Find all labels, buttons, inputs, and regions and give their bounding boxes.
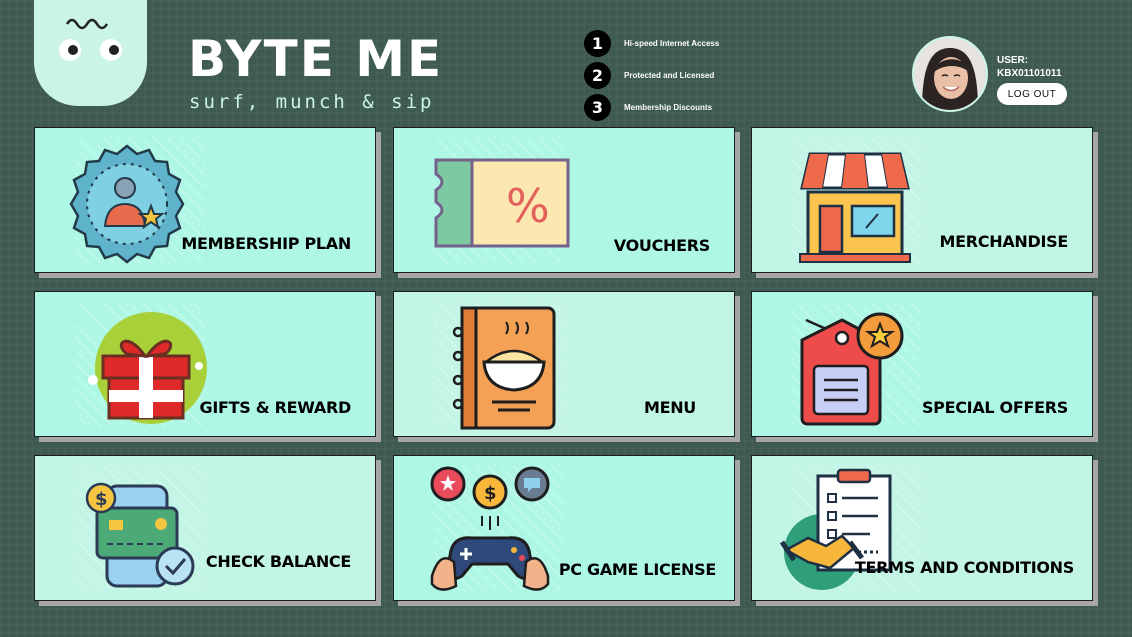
user-avatar — [912, 36, 988, 112]
menu-book-icon — [452, 306, 556, 430]
feature-number: 2 — [584, 61, 611, 89]
feature-list: 1 Hi-speed Internet Access 2 Protected a… — [584, 27, 719, 123]
tile-label: GIFTS & REWARD — [199, 398, 351, 417]
svg-text:%: % — [506, 179, 550, 233]
voucher-ticket-icon: % — [434, 158, 570, 248]
tile-gifts-reward[interactable]: GIFTS & REWARD — [34, 291, 376, 437]
avatar-photo-icon — [914, 38, 986, 110]
user-info: USER: KBX01101011 — [997, 54, 1062, 80]
tile-terms-conditions[interactable]: TERMS AND CONDITIONS — [751, 455, 1093, 601]
svg-text:$: $ — [484, 483, 497, 504]
feature-item: 2 Protected and Licensed — [584, 59, 719, 91]
feature-item: 3 Membership Discounts — [584, 91, 719, 123]
tile-menu[interactable]: MENU — [393, 291, 735, 437]
wallet-card-icon: $ — [85, 482, 195, 588]
tile-label: SPECIAL OFFERS — [921, 398, 1068, 417]
feature-item: 1 Hi-speed Internet Access — [584, 27, 719, 59]
price-tag-icon — [800, 312, 904, 426]
brand-title: BYTE ME — [188, 30, 444, 88]
tile-label: VOUCHERS — [613, 236, 711, 255]
feature-number: 3 — [584, 93, 611, 121]
tile-label: TERMS AND CONDITIONS — [854, 558, 1074, 577]
tile-label: PC GAME LICENSE — [558, 560, 716, 579]
feature-text: Hi-speed Internet Access — [624, 38, 720, 48]
membership-badge-icon — [69, 144, 185, 264]
tile-special-offers[interactable]: SPECIAL OFFERS — [751, 291, 1093, 437]
tile-merchandise[interactable]: MERCHANDISE — [751, 127, 1093, 273]
feature-number: 1 — [584, 29, 611, 57]
user-id: KBX01101011 — [997, 68, 1062, 79]
tile-label: MENU — [643, 398, 696, 417]
tile-label: CHECK BALANCE — [205, 552, 351, 571]
tile-vouchers[interactable]: % VOUCHERS — [393, 127, 735, 273]
tile-label: MEMBERSHIP PLAN — [181, 234, 351, 253]
user-label: USER: — [997, 55, 1029, 66]
mascot-logo — [34, 0, 147, 106]
brand-tagline: surf, munch & sip — [189, 91, 435, 113]
tile-pc-game-license[interactable]: $ PC GAME LICENSE — [393, 455, 735, 601]
store-icon — [799, 152, 911, 263]
svg-text:$: $ — [95, 489, 108, 510]
game-controller-icon: $ — [430, 466, 550, 591]
tile-label: MERCHANDISE — [939, 232, 1069, 251]
feature-text: Membership Discounts — [624, 102, 713, 112]
tile-membership-plan[interactable]: MEMBERSHIP PLAN — [34, 127, 376, 273]
logout-button[interactable]: LOG OUT — [997, 83, 1067, 105]
feature-text: Protected and Licensed — [624, 70, 715, 80]
gift-box-icon — [88, 312, 207, 424]
tile-check-balance[interactable]: $ CHECK BALANCE — [34, 455, 376, 601]
mascot-face-icon — [59, 18, 122, 61]
